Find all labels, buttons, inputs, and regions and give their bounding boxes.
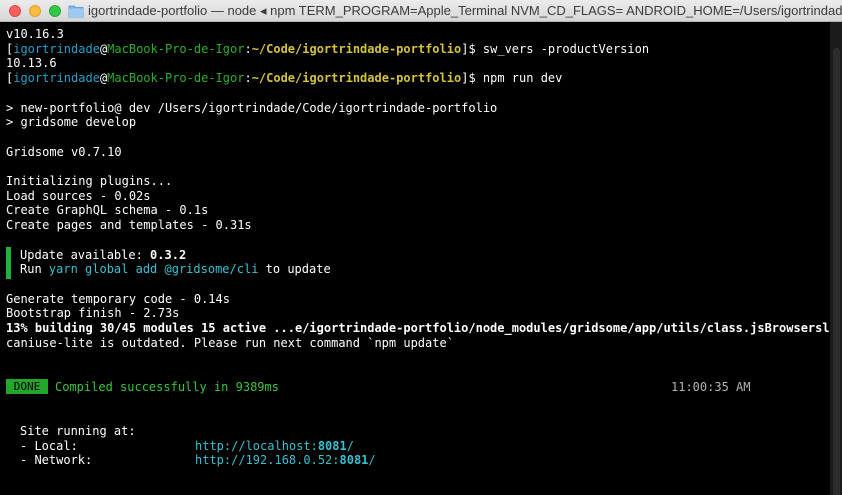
output-line: Bootstrap finish - 2.73s bbox=[6, 306, 180, 321]
prompt-path: ~/Code/igortrindade-portfolio bbox=[251, 71, 462, 86]
update-run-label: Run bbox=[20, 262, 49, 277]
prompt-host: MacBook-Pro-de-Igor bbox=[107, 41, 245, 56]
close-window-button[interactable] bbox=[9, 5, 21, 17]
prompt-host: MacBook-Pro-de-Igor bbox=[107, 71, 245, 86]
output-line: v10.16.3 bbox=[6, 27, 64, 41]
update-available-label: Update available: bbox=[20, 247, 151, 262]
network-url[interactable]: http://192.168.0.52:8081/ bbox=[195, 453, 376, 468]
done-message: Compiled successfully in 9389ms bbox=[55, 379, 279, 394]
update-suffix: to update bbox=[258, 262, 331, 277]
prompt-line: [igortrindade@MacBook-Pro-de-Igor:~/Code… bbox=[6, 71, 562, 86]
update-command: yarn global add @gridsome/cli bbox=[48, 262, 259, 277]
terminal-output[interactable]: v10.16.3 [igortrindade@MacBook-Pro-de-Igo… bbox=[0, 22, 842, 495]
prompt-separator: : bbox=[244, 71, 252, 86]
minimize-window-button[interactable] bbox=[29, 5, 41, 17]
prompt-user: igortrindade bbox=[13, 71, 100, 86]
output-line: 13% building 30/45 modules 15 active ...… bbox=[6, 321, 842, 335]
output-line: > gridsome develop bbox=[6, 115, 137, 130]
scrollbar-thumb[interactable] bbox=[833, 48, 840, 495]
terminal-window: igortrindade-portfolio — node ◂ npm TERM… bbox=[0, 0, 842, 495]
output-line: caniuse-lite is outdated. Please run nex… bbox=[6, 335, 454, 350]
zoom-window-button[interactable] bbox=[49, 5, 61, 17]
url-prefix: http://192.168.0.52: bbox=[195, 453, 340, 468]
local-label: - Local: bbox=[20, 438, 78, 453]
network-label: - Network: bbox=[20, 453, 93, 468]
done-time: 11:00:35 AM bbox=[671, 379, 751, 394]
folder-icon bbox=[68, 5, 84, 18]
update-available-line: Update available: 0.3.2 bbox=[20, 248, 186, 263]
title-bar[interactable]: igortrindade-portfolio — node ◂ npm TERM… bbox=[0, 0, 842, 22]
output-line: 10.13.6 bbox=[6, 56, 57, 71]
window-title: igortrindade-portfolio — node ◂ npm TERM… bbox=[88, 3, 842, 18]
output-line: Generate temporary code - 0.14s bbox=[6, 291, 230, 306]
url-suffix: / bbox=[368, 453, 376, 468]
prompt-path: ~/Code/igortrindade-portfolio bbox=[251, 41, 462, 56]
update-command-line: Run yarn global add @gridsome/cli to upd… bbox=[20, 262, 331, 277]
url-suffix: / bbox=[346, 438, 354, 453]
prompt-line: [igortrindade@MacBook-Pro-de-Igor:~/Code… bbox=[6, 42, 649, 57]
command-text: sw_vers -productVersion bbox=[475, 41, 650, 56]
local-url[interactable]: http://localhost:8081/ bbox=[195, 439, 354, 454]
url-prefix: http://localhost: bbox=[195, 438, 318, 453]
output-line: Initializing plugins... bbox=[6, 174, 173, 188]
output-line: > new-portfolio@ dev /Users/igortrindade… bbox=[6, 100, 498, 115]
url-port: 8081 bbox=[317, 438, 347, 453]
output-line: Load sources - 0.02s bbox=[6, 188, 151, 203]
update-version: 0.3.2 bbox=[150, 247, 187, 262]
site-running-heading: Site running at: bbox=[20, 423, 136, 438]
prompt-symbol: $ bbox=[468, 71, 476, 86]
command-text: npm run dev bbox=[475, 71, 563, 86]
done-badge: DONE bbox=[6, 378, 48, 394]
output-line: Gridsome v0.7.10 bbox=[6, 144, 122, 159]
url-port: 8081 bbox=[339, 453, 369, 468]
prompt-separator: : bbox=[244, 41, 252, 56]
prompt-user: igortrindade bbox=[13, 41, 100, 56]
update-notice-bar bbox=[6, 246, 11, 279]
prompt-symbol: $ bbox=[468, 41, 476, 56]
output-line: Create pages and templates - 0.31s bbox=[6, 218, 252, 233]
scrollbar[interactable] bbox=[830, 22, 842, 495]
output-line: Create GraphQL schema - 0.1s bbox=[6, 203, 209, 218]
